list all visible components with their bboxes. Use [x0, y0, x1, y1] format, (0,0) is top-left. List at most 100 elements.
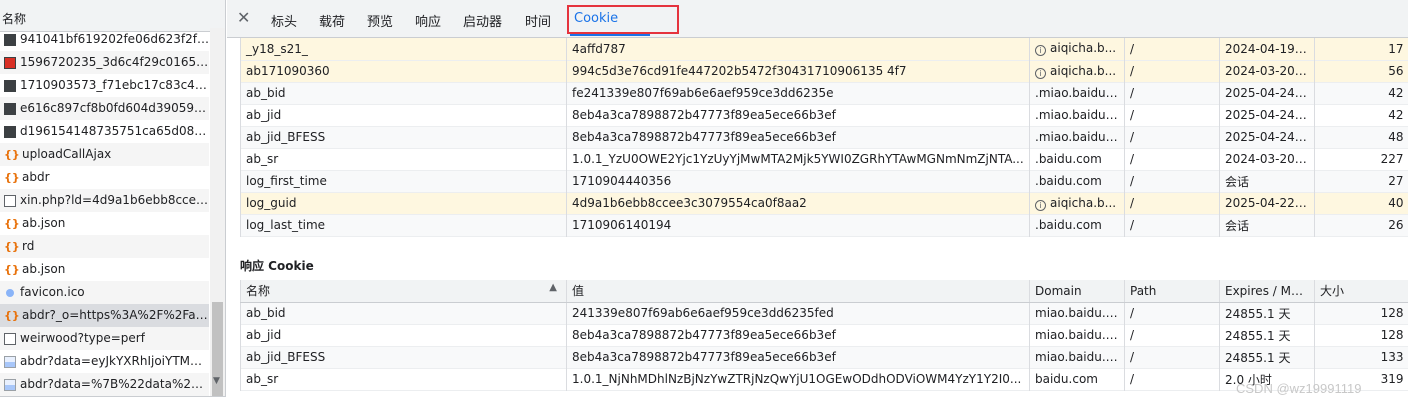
- cookie-row[interactable]: ab_bid fe241339e807f69ab6e6aef959ce3dd623…: [240, 82, 1408, 104]
- name-column-header[interactable]: 名称: [2, 10, 207, 27]
- image-file-icon: [4, 378, 16, 391]
- request-list-item[interactable]: 1710903573_f71ebc17c83c43...: [0, 74, 209, 97]
- cookie-path-text: /: [1130, 372, 1135, 386]
- request-list-item[interactable]: weirwood?type=perf: [0, 327, 209, 350]
- column-header-path[interactable]: Path: [1124, 280, 1220, 303]
- image-icon: [4, 79, 16, 92]
- request-name: ab.json: [22, 216, 66, 230]
- request-list-item[interactable]: {} ab.json: [0, 258, 209, 281]
- script-icon: {}: [4, 216, 20, 230]
- request-list-item[interactable]: e616c897cf8b0fd604d39059b...: [0, 97, 209, 120]
- close-icon[interactable]: ✕: [237, 8, 250, 27]
- cookie-row[interactable]: ab_jid 8eb4a3ca7898872b47773f89ea5ece66b3…: [240, 324, 1408, 346]
- cookie-name-text: _y18_s21_: [246, 41, 308, 56]
- column-header-domain[interactable]: Domain: [1029, 280, 1125, 303]
- cookie-path-text: /: [1130, 218, 1135, 232]
- request-list-item[interactable]: {} uploadCallAjax: [0, 143, 209, 166]
- cookie-expires-text: 2024-04-19T...: [1225, 41, 1313, 56]
- cookie-value-text: 1710906140194: [572, 218, 672, 232]
- cookie-name-cell: ab_jid: [240, 104, 567, 126]
- cookie-row[interactable]: log_guid 4d9a1b6ebb8ccee3c3079554ca0f8aa2…: [240, 192, 1408, 214]
- cookie-name-text: ab_sr: [246, 372, 279, 386]
- cookie-size-text: 42: [1388, 86, 1404, 100]
- cookie-value-cell: 8eb4a3ca7898872b47773f89ea5ece66b3ef: [566, 104, 1030, 126]
- cookie-size-text: 128: [1380, 306, 1404, 320]
- cookie-name-text: ab_jid: [246, 328, 282, 342]
- cookie-row[interactable]: ab_sr 1.0.1_NjNhMDhlNzBjNzYwZTRjNzQwYjU1O…: [240, 368, 1408, 390]
- cookie-size-text: 27: [1388, 174, 1404, 188]
- tab-headers[interactable]: 标头: [271, 11, 297, 30]
- cookie-name-text: log_last_time: [246, 218, 326, 232]
- cookie-expires-cell: 2025-04-24T...: [1219, 82, 1315, 104]
- request-list-item[interactable]: {} ab.json: [0, 212, 209, 235]
- info-icon[interactable]: i: [1035, 45, 1046, 57]
- cookie-path-cell: /: [1124, 60, 1220, 82]
- cookie-domain-text: .baidu.com: [1035, 174, 1102, 188]
- sort-ascending-icon[interactable]: ▲: [549, 282, 557, 293]
- active-tab-indicator: [570, 34, 650, 36]
- cookie-expires-cell: 2025-04-22T...: [1219, 192, 1315, 214]
- tab-timing[interactable]: 时间: [525, 11, 551, 30]
- cookie-row[interactable]: ab_jid_BFESS 8eb4a3ca7898872b47773f89ea5e…: [240, 126, 1408, 148]
- request-list-item[interactable]: 941041bf619202fe06d623f2fa...: [0, 28, 209, 51]
- request-list-item[interactable]: {} abdr?_o=https%3A%2F%2Fai...: [0, 304, 209, 327]
- request-name: abdr?data=%7B%22data%22...: [20, 377, 209, 391]
- scroll-down-arrow-icon[interactable]: ▼: [213, 376, 220, 386]
- cookie-size-cell: 56: [1314, 60, 1408, 82]
- request-list: 941041bf619202fe06d623f2fa... 1596720235_…: [0, 28, 209, 396]
- cookie-path-text: /: [1130, 350, 1135, 364]
- tab-initiator[interactable]: 启动器: [463, 11, 502, 30]
- cookie-path-text: /: [1130, 64, 1135, 78]
- cookie-path-text: /: [1130, 196, 1135, 210]
- cookie-expires-text: 2024-03-20T...: [1225, 64, 1313, 78]
- column-header-size[interactable]: 大小: [1314, 280, 1408, 303]
- cookie-size-text: 48: [1388, 130, 1404, 144]
- cookie-size-cell: 27: [1314, 170, 1408, 192]
- cookie-domain-text: aiqicha.b...: [1050, 63, 1117, 78]
- request-list-item[interactable]: d196154148735751ca65d08c...: [0, 120, 209, 143]
- cookie-size-text: 128: [1380, 328, 1404, 342]
- request-list-panel: 名称 941041bf619202fe06d623f2fa... 15967202…: [0, 0, 226, 405]
- cookie-name-cell: _y18_s21_: [240, 38, 567, 60]
- column-header-expires[interactable]: Expires / Ma...: [1219, 280, 1315, 303]
- request-name: weirwood?type=perf: [20, 331, 145, 345]
- request-list-item[interactable]: abdr?data=%7B%22data%22...: [0, 373, 209, 396]
- request-list-item[interactable]: favicon.ico: [0, 281, 209, 304]
- cookie-value-text: 4affd787: [572, 41, 626, 56]
- image-file-icon: [4, 355, 16, 368]
- cookie-row[interactable]: _y18_s21_ 4affd787 i aiqicha.b... / 2024-04-1…: [240, 38, 1408, 60]
- cookie-row[interactable]: ab_sr 1.0.1_YzU0OWE2Yjc1YzUyYjMwMTA2Mjk5Y…: [240, 148, 1408, 170]
- cookie-value-cell: 4affd787: [566, 38, 1030, 60]
- column-header-value[interactable]: 值: [566, 280, 1030, 303]
- info-icon[interactable]: i: [1035, 199, 1046, 211]
- cookie-value-cell: 8eb4a3ca7898872b47773f89ea5ece66b3ef: [566, 126, 1030, 148]
- info-icon[interactable]: i: [1035, 67, 1046, 79]
- cookie-name-cell: ab_jid: [240, 324, 567, 346]
- cookie-row[interactable]: log_last_time 1710906140194 .baidu.com / 会话 2…: [240, 214, 1408, 236]
- cookie-row[interactable]: ab_bid 241339e807f69ab6e6aef959ce3dd6235f…: [240, 302, 1408, 324]
- cookie-domain-cell: .baidu.com: [1029, 170, 1125, 192]
- request-name: abdr?_o=https%3A%2F%2Fai...: [22, 308, 209, 322]
- request-name: 1710903573_f71ebc17c83c43...: [20, 78, 209, 92]
- request-list-item[interactable]: {} abdr: [0, 166, 209, 189]
- cookie-domain-cell: i aiqicha.b...: [1029, 60, 1125, 82]
- cookie-name-text: ab_jid_BFESS: [246, 130, 326, 144]
- column-header-name[interactable]: 名称 ▲: [240, 280, 567, 303]
- cookie-size-cell: 48: [1314, 126, 1408, 148]
- cookie-row[interactable]: ab_jid_BFESS 8eb4a3ca7898872b47773f89ea5e…: [240, 346, 1408, 368]
- cookie-size-cell: 42: [1314, 104, 1408, 126]
- request-list-scrollbar[interactable]: ▼: [210, 28, 225, 397]
- tab-preview[interactable]: 预览: [367, 11, 393, 30]
- cookie-row[interactable]: ab_jid 8eb4a3ca7898872b47773f89ea5ece66b3…: [240, 104, 1408, 126]
- cookie-row[interactable]: ab171090360 994c5d3e76cd91fe447202b5472f3…: [240, 60, 1408, 82]
- cookie-name-text: log_first_time: [246, 174, 327, 188]
- request-list-item[interactable]: abdr?data=eyJkYXRhIjoiYTM1...: [0, 350, 209, 373]
- request-list-item[interactable]: 1596720235_3d6c4f29c0165d...: [0, 51, 209, 74]
- tab-payload[interactable]: 载荷: [319, 11, 345, 30]
- cookie-name-cell: log_first_time: [240, 170, 567, 192]
- cookie-expires-cell: 会话: [1219, 170, 1315, 192]
- tab-response[interactable]: 响应: [415, 11, 441, 30]
- cookie-row[interactable]: log_first_time 1710904440356 .baidu.com / 会话…: [240, 170, 1408, 192]
- request-list-item[interactable]: xin.php?ld=4d9a1b6ebb8ccee...: [0, 189, 209, 212]
- request-list-item[interactable]: {} rd: [0, 235, 209, 258]
